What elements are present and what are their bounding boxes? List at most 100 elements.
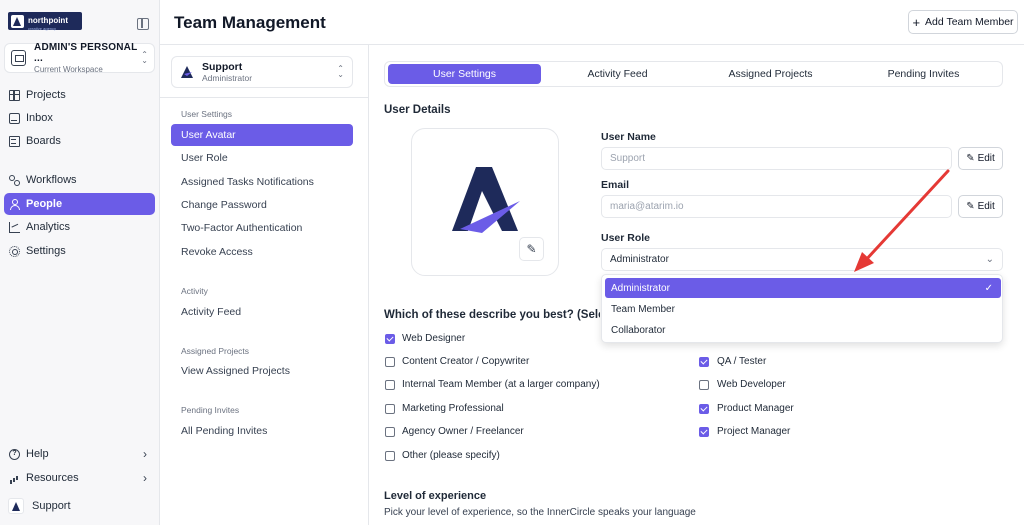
checkbox-project-manager[interactable] [699,427,709,437]
nav-item-workflows[interactable]: Workflows [4,169,155,191]
subnav-item-assigned-tasks-notifications[interactable]: Assigned Tasks Notifications [171,171,353,193]
describe-question-title: Which of these describe you best? (Selec… [384,309,600,321]
nav-item-label: Help [26,448,49,460]
edit-email-button[interactable]: ✎ Edit [958,195,1003,218]
current-user-name: Support [32,500,71,512]
settings-subnav: Support Administrator ⌃ ⌄ User Settings U… [160,45,369,525]
subnav-item-change-password[interactable]: Change Password [171,194,353,216]
brand-logo[interactable]: northpoint creative agency [8,12,82,31]
edit-label: Edit [977,153,995,164]
help-icon: ? [9,448,20,460]
user-details-title: User Details [384,104,451,116]
nav-item-analytics[interactable]: Analytics [4,216,155,238]
gear-icon [9,245,20,257]
nav-item-resources[interactable]: Resources › [4,467,155,489]
check-icon: ✓ [984,282,993,294]
checkbox-label: Web Developer [717,379,786,390]
subnav-item-view-assigned-projects[interactable]: View Assigned Projects [171,360,353,382]
board-icon [9,135,20,147]
checkbox-label: Internal Team Member (at a larger compan… [402,379,600,390]
tab-activity-feed[interactable]: Activity Feed [541,64,694,84]
settings-tabs: User Settings Activity Feed Assigned Pro… [384,61,1003,87]
subnav-heading-activity: Activity [181,286,208,296]
nav-item-help[interactable]: ? Help › [4,443,155,465]
workspace-subtitle: Current Workspace [34,65,103,74]
username-field[interactable]: Support [601,147,952,170]
tab-assigned-projects[interactable]: Assigned Projects [694,64,847,84]
checkbox-product-manager[interactable] [699,404,709,414]
subnav-item-two-factor[interactable]: Two-Factor Authentication [171,217,353,239]
left-sidebar: northpoint creative agency ADMIN'S PERSO… [0,0,160,525]
grid-icon [9,89,20,101]
edit-avatar-button[interactable]: ✎ [519,237,544,261]
email-field[interactable]: maria@atarim.io [601,195,952,218]
nav-item-label: Projects [26,89,66,101]
checkbox-web-developer[interactable] [699,380,709,390]
role-option-label: Team Member [611,303,675,315]
checkbox-internal-team-member[interactable] [385,380,395,390]
role-option-label: Collaborator [611,324,666,336]
nav-item-settings[interactable]: Settings [4,240,155,262]
workspace-switcher[interactable]: ADMIN'S PERSONAL ... Current Workspace ⌃… [4,42,155,74]
brand-name: northpoint [28,15,68,25]
add-team-member-button[interactable]: + Add Team Member [908,10,1018,34]
nav-item-people[interactable]: People [4,193,155,215]
pencil-icon: ✎ [966,201,975,212]
logo-mark-icon [11,14,24,28]
workflow-icon [9,174,20,186]
pencil-icon: ✎ [526,242,537,256]
checkbox-other[interactable] [385,451,395,461]
chevron-right-icon: › [143,447,147,461]
edit-username-button[interactable]: ✎ Edit [958,147,1003,170]
user-selector[interactable]: Support Administrator ⌃ ⌄ [171,56,353,88]
sidebar-collapse-icon[interactable] [137,18,149,30]
plus-icon: + [912,14,921,30]
page-header: Team Management + Add Team Member [160,0,1024,45]
email-label: Email [601,179,630,191]
checkbox-label: Marketing Professional [402,403,504,414]
user-selector-name: Support [202,61,243,73]
subnav-heading-pending-invites: Pending Invites [181,405,240,415]
checkbox-label: Agency Owner / Freelancer [402,426,524,437]
subnav-item-activity-feed[interactable]: Activity Feed [171,301,353,323]
checkbox-marketing-professional[interactable] [385,404,395,414]
nav-item-projects[interactable]: Projects [4,84,155,106]
checkbox-label: Web Designer [402,333,466,344]
nav-item-inbox[interactable]: Inbox [4,107,155,129]
checkbox-agency-owner[interactable] [385,427,395,437]
role-option-label: Administrator [611,282,670,294]
edit-label: Edit [977,201,995,212]
divider [160,97,369,98]
subnav-item-all-pending-invites[interactable]: All Pending Invites [171,420,353,442]
add-team-member-label: Add Team Member [925,16,1014,28]
user-avatar-icon [8,498,24,514]
nav-item-label: Analytics [26,221,71,233]
checkbox-content-creator[interactable] [385,357,395,367]
subnav-item-user-avatar[interactable]: User Avatar [171,124,353,146]
subnav-item-user-role[interactable]: User Role [171,147,353,169]
user-role-select[interactable]: Administrator ⌄ [601,248,1003,271]
experience-description: Pick your level of experience, so the In… [384,507,696,518]
experience-title: Level of experience [384,490,487,502]
page-title: Team Management [174,13,326,32]
nav-item-label: Workflows [26,174,77,186]
tab-user-settings[interactable]: User Settings [388,64,541,84]
current-user[interactable]: Support [8,498,71,514]
user-logo-icon [181,66,193,78]
nav-item-label: Resources [26,472,79,484]
role-option-collaborator[interactable]: Collaborator [605,320,1001,340]
user-selector-role: Administrator [202,73,253,83]
checkbox-web-designer[interactable] [385,334,395,344]
role-option-team-member[interactable]: Team Member [605,299,1001,319]
checkbox-qa-tester[interactable] [699,357,709,367]
nav-item-label: Settings [26,245,66,257]
nav-item-boards[interactable]: Boards [4,130,155,152]
tab-pending-invites[interactable]: Pending Invites [847,64,1000,84]
user-role-dropdown: Administrator ✓ Team Member Collaborator [601,274,1003,343]
checkbox-label: QA / Tester [717,356,767,367]
subnav-item-revoke-access[interactable]: Revoke Access [171,241,353,263]
pencil-icon: ✎ [966,153,975,164]
role-option-administrator[interactable]: Administrator ✓ [605,278,1001,298]
brand-tagline: creative agency [28,25,57,31]
username-label: User Name [601,131,656,143]
